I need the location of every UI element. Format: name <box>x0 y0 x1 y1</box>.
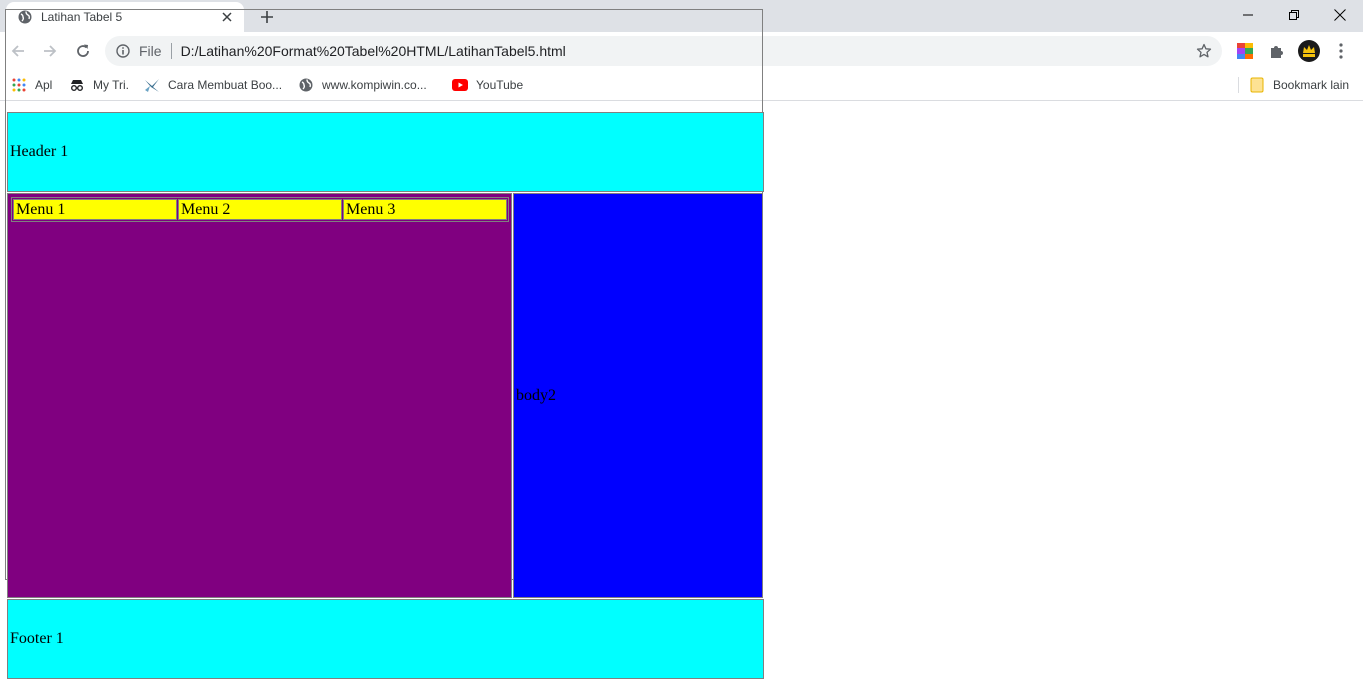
star-icon[interactable] <box>1194 41 1214 61</box>
minimize-button[interactable] <box>1225 0 1271 30</box>
other-bookmarks-label: Bookmark lain <box>1273 78 1350 92</box>
menu-area-cell <box>7 193 512 598</box>
body2-cell: body2 <box>513 193 763 598</box>
close-window-button[interactable] <box>1317 0 1363 30</box>
header-text: Header 1 <box>10 143 69 160</box>
menu-label: Menu 1 <box>16 200 66 218</box>
folder-icon <box>1249 77 1265 93</box>
menu-cell-3: Menu 3 <box>343 199 507 220</box>
other-bookmarks[interactable]: Bookmark lain <box>1249 75 1349 95</box>
profile-avatar[interactable] <box>1298 40 1320 62</box>
extensions-puzzle-icon[interactable] <box>1266 40 1288 62</box>
body2-text: body2 <box>516 386 556 404</box>
footer-text: Footer 1 <box>10 630 64 647</box>
restore-button[interactable] <box>1271 0 1317 30</box>
color-extension-icon[interactable] <box>1234 40 1256 62</box>
more-menu-icon[interactable] <box>1330 40 1352 62</box>
menu-cell-2: Menu 2 <box>178 199 342 220</box>
menu-cell-1: Menu 1 <box>13 199 177 220</box>
menu-label: Menu 2 <box>181 200 231 218</box>
footer-cell: Footer 1 <box>7 599 764 679</box>
menu-label: Menu 3 <box>346 200 396 218</box>
bookmarks-divider <box>1238 77 1239 93</box>
header-cell: Header 1 <box>7 112 764 192</box>
